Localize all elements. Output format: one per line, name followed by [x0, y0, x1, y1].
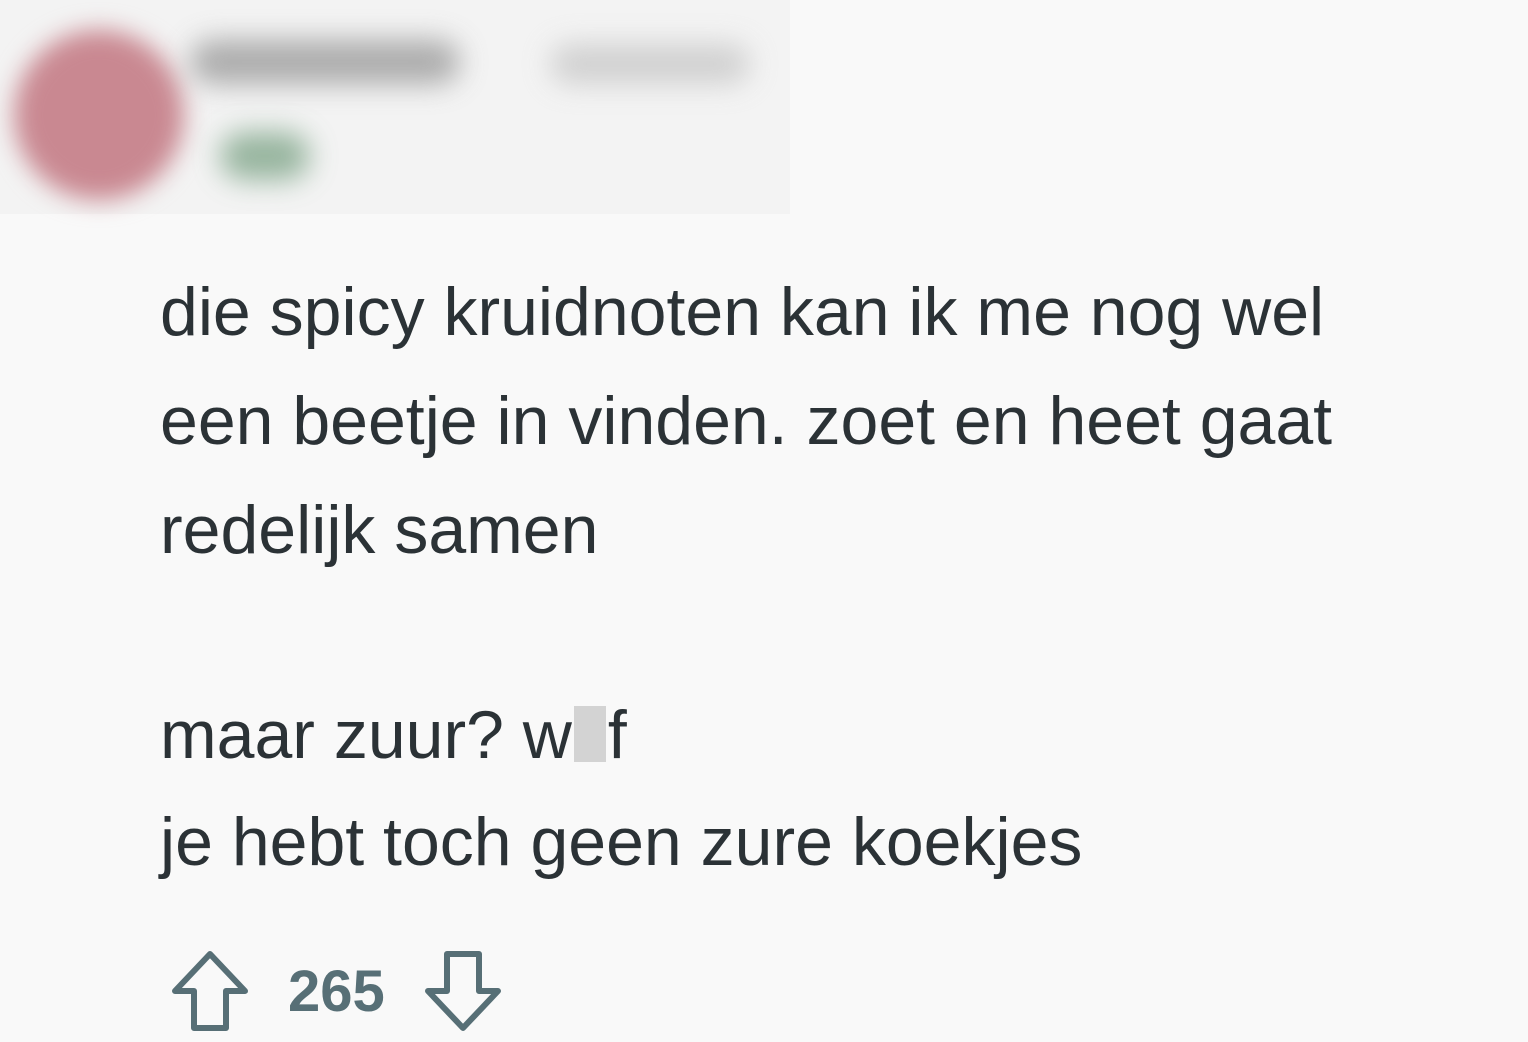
arrow-down-icon	[424, 951, 501, 1031]
comment-line: maar zuur? w f	[160, 681, 1528, 790]
comment-body: die spicy kruidnoten kan ik me nog wel e…	[160, 258, 1528, 894]
downvote-button[interactable]	[413, 941, 513, 1041]
censor-block	[573, 706, 606, 762]
avatar[interactable]	[14, 30, 184, 200]
arrow-up-icon	[172, 951, 248, 1031]
flair-redacted	[220, 132, 310, 180]
comment-header	[0, 0, 790, 214]
comment-line-text: maar zuur? w	[160, 697, 572, 773]
username-redacted[interactable]	[190, 40, 460, 84]
comment: die spicy kruidnoten kan ik me nog wel e…	[0, 0, 1528, 1042]
comment-line-text: f	[607, 697, 627, 773]
timestamp-redacted	[550, 44, 750, 84]
comment-line: redelijk samen	[160, 492, 599, 568]
vote-count: 265	[288, 958, 385, 1024]
comment-line: die spicy kruidnoten kan ik me nog wel	[160, 274, 1325, 350]
comment-line: een beetje in vinden. zoet en heet gaat	[160, 383, 1333, 459]
vote-bar: 265	[160, 940, 513, 1042]
comment-line: je hebt toch geen zure koekjes	[160, 804, 1083, 880]
upvote-button[interactable]	[160, 941, 260, 1041]
